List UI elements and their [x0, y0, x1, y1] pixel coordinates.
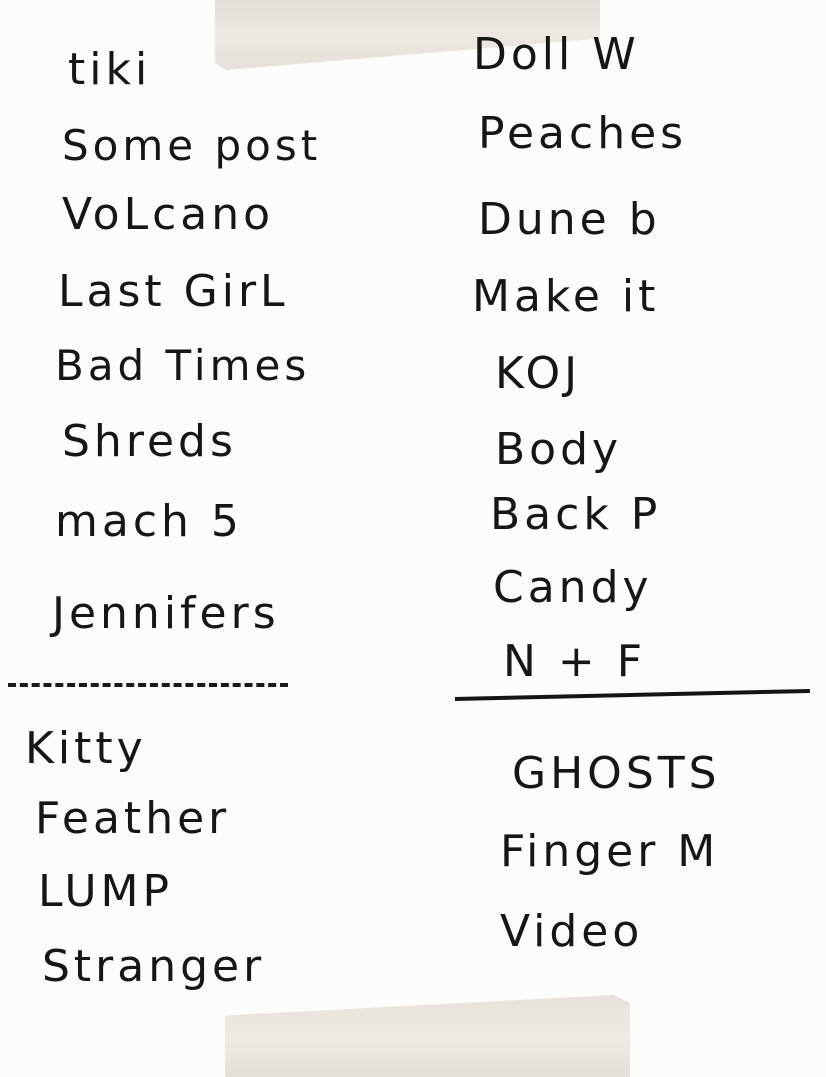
- song-right-8: Candy: [493, 562, 653, 613]
- song-left-1: tiki: [68, 44, 152, 95]
- dashed-separator: [8, 683, 288, 687]
- song-right-2: Peaches: [478, 108, 688, 159]
- song-left-extra-2: Feather: [35, 793, 231, 844]
- song-left-7: mach 5: [55, 496, 243, 547]
- song-left-2: Some post: [62, 121, 322, 170]
- tape-bottom: [225, 995, 630, 1077]
- setlist-paper: tiki Some post VoLcano Last GirL Bad Tim…: [0, 0, 826, 1077]
- song-right-9: N + F: [503, 636, 647, 687]
- song-right-7: Back P: [490, 489, 662, 540]
- song-right-extra-1: GHOSTS: [512, 748, 721, 799]
- song-right-4: Make it: [472, 271, 660, 322]
- song-right-3: Dune b: [478, 194, 661, 245]
- song-right-1: Doll W: [473, 29, 640, 80]
- solid-separator: [454, 688, 810, 701]
- song-left-extra-1: Kitty: [25, 723, 147, 774]
- song-left-3: VoLcano: [62, 189, 275, 240]
- song-left-4: Last GirL: [58, 266, 289, 317]
- song-left-5: Bad Times: [55, 341, 311, 390]
- song-right-5: KOJ: [495, 348, 582, 399]
- song-right-extra-2: Finger M: [500, 826, 720, 877]
- song-right-6: Body: [495, 424, 623, 475]
- song-left-8: Jennifers: [52, 588, 280, 639]
- song-left-extra-3: LUMP: [38, 866, 174, 917]
- song-left-extra-4: Stranger: [42, 941, 266, 992]
- song-right-extra-3: Video: [500, 906, 644, 957]
- song-left-6: Shreds: [62, 416, 237, 467]
